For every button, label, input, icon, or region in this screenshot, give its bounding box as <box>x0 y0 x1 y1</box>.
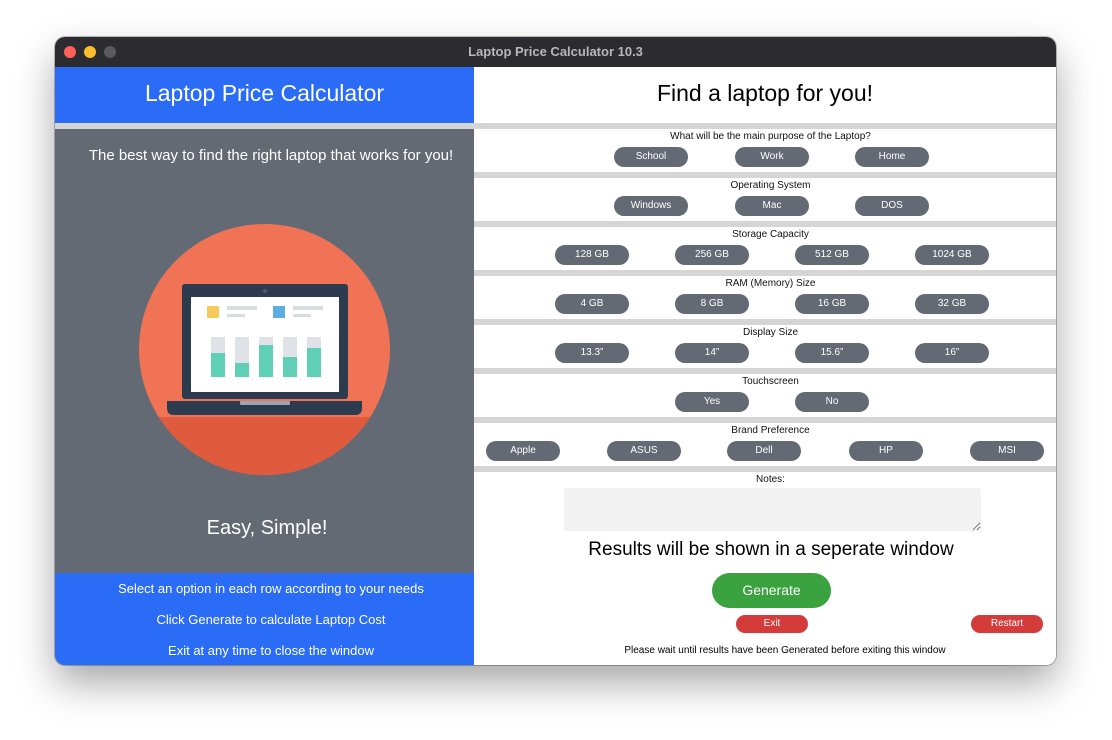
storage-256-button[interactable]: 256 GB <box>675 245 749 265</box>
brand-dell-button[interactable]: Dell <box>727 441 801 461</box>
subtitle: Easy, Simple! <box>206 517 328 539</box>
os-windows-button[interactable]: Windows <box>614 196 688 216</box>
title-bar: Laptop Price Calculator 10.3 <box>55 37 1056 67</box>
minimize-window-button[interactable] <box>84 46 96 58</box>
touchscreen-yes-button[interactable]: Yes <box>675 392 749 412</box>
brand-asus-button[interactable]: ASUS <box>607 441 681 461</box>
display-label: Display Size <box>742 327 799 338</box>
right-header: Find a laptop for you! <box>656 80 874 106</box>
row-divider <box>474 172 1056 178</box>
notes-input[interactable] <box>564 488 981 531</box>
instructions-panel: Select an option in each row according t… <box>55 573 474 665</box>
close-window-button[interactable] <box>64 46 76 58</box>
display-14-button[interactable]: 14” <box>675 343 749 363</box>
os-mac-button[interactable]: Mac <box>735 196 809 216</box>
window-title: Laptop Price Calculator 10.3 <box>468 44 643 59</box>
instruction-1: Select an option in each row according t… <box>118 581 424 596</box>
brand-hp-button[interactable]: HP <box>849 441 923 461</box>
os-dos-button[interactable]: DOS <box>855 196 929 216</box>
results-message: Results will be shown in a seperate wind… <box>588 539 954 560</box>
ram-16-button[interactable]: 16 GB <box>795 294 869 314</box>
row-divider <box>474 221 1056 227</box>
notes-label: Notes: <box>756 474 785 485</box>
storage-128-button[interactable]: 128 GB <box>555 245 629 265</box>
brand-label: Brand Preference <box>731 425 810 436</box>
ram-4-button[interactable]: 4 GB <box>555 294 629 314</box>
left-header: Laptop Price Calculator <box>55 67 474 123</box>
tagline: The best way to find the right laptop th… <box>88 147 454 164</box>
touchscreen-no-button[interactable]: No <box>795 392 869 412</box>
purpose-school-button[interactable]: School <box>614 147 688 167</box>
row-divider <box>474 368 1056 374</box>
row-divider <box>474 466 1056 472</box>
ram-8-button[interactable]: 8 GB <box>675 294 749 314</box>
storage-label: Storage Capacity <box>732 229 809 240</box>
left-panel: Laptop Price Calculator The best way to … <box>55 67 474 665</box>
row-divider <box>474 270 1056 276</box>
brand-apple-button[interactable]: Apple <box>486 441 560 461</box>
exit-button[interactable]: Exit <box>736 615 808 633</box>
row-divider <box>474 319 1056 325</box>
display-15-button[interactable]: 15.6” <box>795 343 869 363</box>
touchscreen-label: Touchscreen <box>742 376 799 387</box>
app-window: Laptop Price Calculator 10.3 Laptop Pric… <box>55 37 1056 665</box>
left-divider <box>55 123 474 129</box>
generate-button[interactable]: Generate <box>712 573 831 608</box>
row-divider <box>474 123 1056 129</box>
ram-32-button[interactable]: 32 GB <box>915 294 989 314</box>
purpose-work-button[interactable]: Work <box>735 147 809 167</box>
row-divider <box>474 417 1056 423</box>
restart-button[interactable]: Restart <box>971 615 1043 633</box>
instruction-2: Click Generate to calculate Laptop Cost <box>156 612 386 627</box>
zoom-window-button[interactable] <box>104 46 116 58</box>
right-panel: Find a laptop for you! What will be the … <box>474 67 1056 665</box>
display-16-button[interactable]: 16” <box>915 343 989 363</box>
brand-msi-button[interactable]: MSI <box>970 441 1044 461</box>
instruction-3: Exit at any time to close the window <box>168 643 374 658</box>
laptop-chart-illustration <box>139 224 390 475</box>
storage-1024-button[interactable]: 1024 GB <box>915 245 989 265</box>
purpose-label: What will be the main purpose of the Lap… <box>670 131 871 142</box>
display-13-button[interactable]: 13.3” <box>555 343 629 363</box>
os-label: Operating System <box>730 180 811 191</box>
storage-512-button[interactable]: 512 GB <box>795 245 869 265</box>
ram-label: RAM (Memory) Size <box>725 278 816 289</box>
purpose-home-button[interactable]: Home <box>855 147 929 167</box>
wait-message: Please wait until results have been Gene… <box>624 645 946 656</box>
